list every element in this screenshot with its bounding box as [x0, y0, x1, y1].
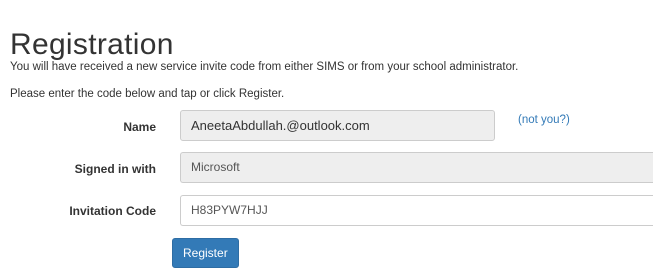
- name-label: Name: [123, 120, 156, 134]
- invitation-code-label: Invitation Code: [69, 204, 156, 218]
- signed-in-with-field: Microsoft: [180, 152, 653, 183]
- name-field: AneetaAbdullah.@outlook.com: [180, 110, 495, 141]
- page-title: Registration: [10, 28, 174, 62]
- not-you-link[interactable]: (not you?): [518, 114, 570, 126]
- intro-text-instructions: Please enter the code below and tap or c…: [10, 88, 285, 100]
- intro-text-invite: You will have received a new service inv…: [10, 61, 519, 73]
- register-button[interactable]: Register: [172, 238, 239, 268]
- signed-in-with-label: Signed in with: [74, 162, 156, 176]
- invitation-code-input[interactable]: H83PYW7HJJ: [180, 195, 653, 226]
